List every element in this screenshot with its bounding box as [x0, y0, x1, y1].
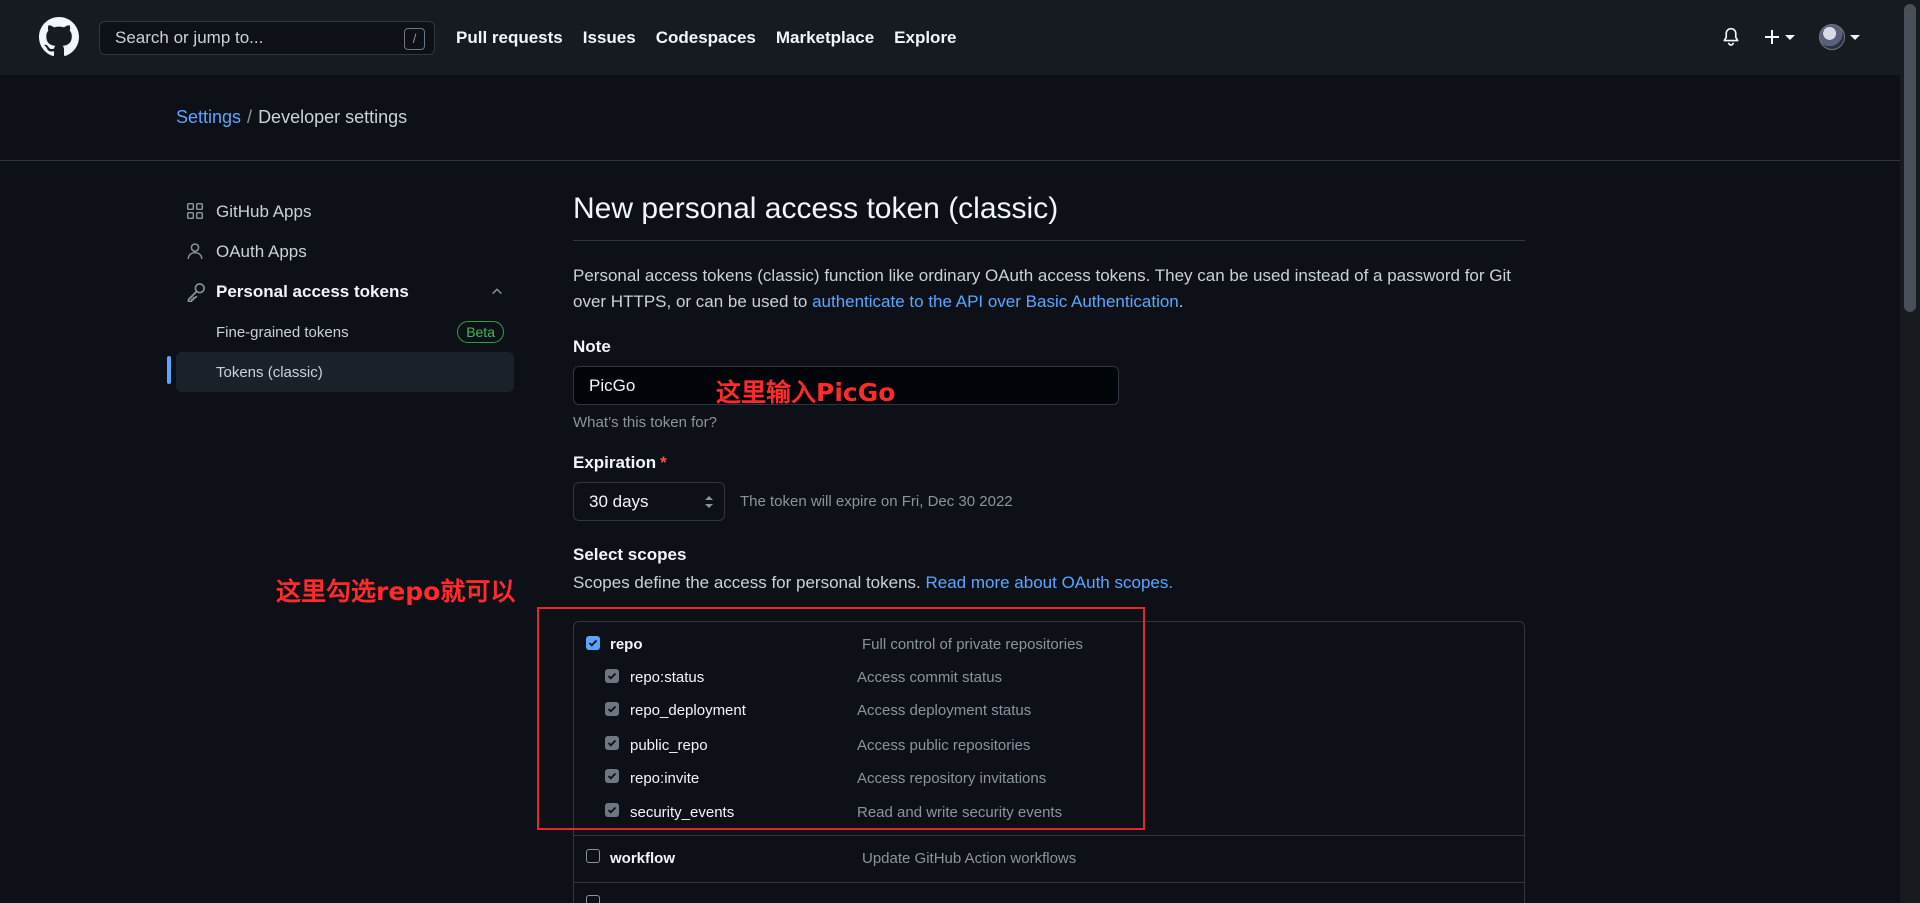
expiration-row: 30 days The token will expire on Fri, De…	[573, 482, 1525, 521]
scrollbar-thumb[interactable]	[1904, 4, 1916, 312]
note-label: Note	[573, 337, 611, 356]
active-indicator	[167, 356, 171, 384]
scope-divider	[574, 835, 1524, 836]
scopes-label: Select scopes	[573, 545, 687, 564]
scope-name: workflow	[610, 850, 676, 867]
person-icon	[186, 242, 206, 262]
breadcrumb-bar: Settings / Developer settings	[0, 75, 1900, 161]
workflow-checkbox[interactable]	[586, 849, 600, 863]
scopes-description: Scopes define the access for personal to…	[573, 573, 1525, 593]
nav-pull-requests[interactable]: Pull requests	[456, 28, 563, 48]
breadcrumb-separator: /	[247, 107, 253, 127]
sidebar: GitHub Apps OAuth Apps Personal access t…	[176, 192, 514, 392]
scope-annotation: 这里勾选repo就可以	[276, 577, 516, 606]
sidebar-item-github-apps[interactable]: GitHub Apps	[176, 192, 514, 232]
avatar	[1819, 24, 1845, 50]
notifications-button[interactable]	[1722, 27, 1740, 47]
nav-codespaces[interactable]: Codespaces	[656, 28, 756, 48]
nav-issues[interactable]: Issues	[583, 28, 636, 48]
expiration-label: Expiration *	[573, 453, 1525, 473]
expiration-label-text: Expiration	[573, 453, 657, 472]
sidebar-item-label: Personal access tokens	[216, 282, 409, 301]
page-scrollbar[interactable]	[1900, 0, 1920, 903]
main-nav: Pull requests Issues Codespaces Marketpl…	[456, 0, 977, 75]
sidebar-item-label: OAuth Apps	[216, 242, 307, 261]
page-title: New personal access token (classic)	[573, 192, 1525, 241]
select-arrows-icon	[705, 496, 713, 508]
header-actions	[1698, 24, 1860, 50]
basic-auth-link[interactable]: authenticate to the API over Basic Authe…	[812, 292, 1179, 311]
scopes-desc-text: Scopes define the access for personal to…	[573, 573, 926, 592]
beta-badge: Beta	[457, 321, 504, 343]
key-icon	[186, 282, 206, 302]
plus-icon	[1765, 30, 1779, 44]
annotation-highlight-box	[537, 607, 1145, 830]
required-marker: *	[660, 453, 667, 472]
search-shortcut-key: /	[404, 28, 425, 50]
breadcrumb-settings-link[interactable]: Settings	[176, 107, 241, 127]
chevron-up-icon[interactable]	[490, 284, 504, 298]
expiration-note: The token will expire on Fri, Dec 30 202…	[740, 493, 1013, 510]
create-new-button[interactable]	[1764, 29, 1795, 45]
intro-text: Personal access tokens (classic) functio…	[573, 263, 1525, 315]
apps-grid-icon	[186, 202, 206, 222]
note-value: PicGo	[589, 375, 636, 395]
intro-end: .	[1178, 292, 1184, 311]
chevron-down-icon	[1850, 34, 1860, 40]
breadcrumb-current: Developer settings	[258, 107, 408, 127]
note-hint: What’s this token for?	[573, 414, 717, 431]
expiration-select[interactable]: 30 days	[573, 482, 725, 521]
nav-marketplace[interactable]: Marketplace	[776, 28, 874, 48]
search-input[interactable]: Search or jump to... /	[99, 21, 435, 55]
breadcrumb: Settings / Developer settings	[176, 107, 407, 128]
sidebar-item-oauth-apps[interactable]: OAuth Apps	[176, 232, 514, 272]
user-menu-button[interactable]	[1819, 24, 1860, 50]
bell-icon	[1723, 27, 1739, 46]
nav-explore[interactable]: Explore	[894, 28, 956, 48]
scope-desc: Update GitHub Action workflows	[862, 850, 1077, 867]
chevron-down-icon	[1785, 34, 1795, 40]
scope-row-partial[interactable]	[574, 890, 1524, 903]
sidebar-item-personal-access-tokens[interactable]: Personal access tokens	[176, 272, 514, 312]
sidebar-item-label: Fine-grained tokens	[216, 323, 349, 341]
sidebar-item-label: Tokens (classic)	[216, 363, 323, 381]
scope-row-workflow[interactable]: workflow Update GitHub Action workflows	[574, 844, 1524, 877]
scope-divider	[574, 882, 1524, 883]
oauth-scopes-link[interactable]: Read more about OAuth scopes.	[925, 573, 1173, 592]
next-scope-checkbox[interactable]	[586, 895, 600, 903]
sidebar-item-fine-grained-tokens[interactable]: Fine-grained tokens Beta	[176, 312, 514, 352]
note-annotation: 这里输入PicGo	[716, 378, 896, 407]
search-placeholder: Search or jump to...	[115, 28, 264, 47]
sidebar-item-tokens-classic[interactable]: Tokens (classic)	[176, 352, 514, 392]
github-logo-icon[interactable]	[39, 17, 79, 57]
expiration-value: 30 days	[589, 491, 649, 511]
sidebar-item-label: GitHub Apps	[216, 202, 312, 221]
top-navbar: Search or jump to... / Pull requests Iss…	[0, 0, 1900, 75]
